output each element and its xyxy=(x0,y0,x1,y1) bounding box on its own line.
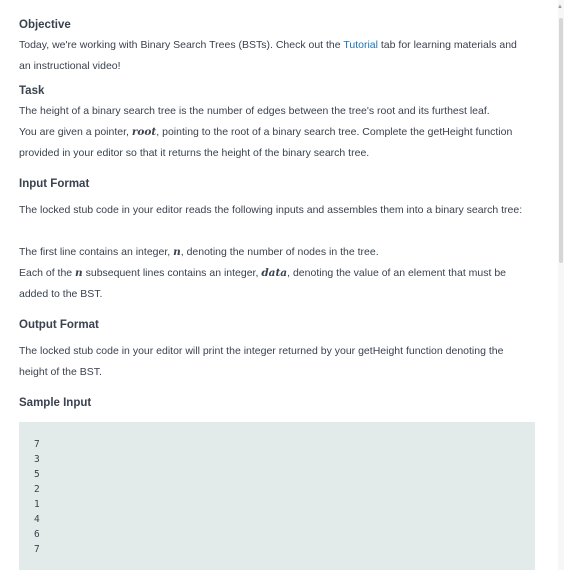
sample-input-line: 1 xyxy=(34,499,40,510)
input-format-para-3-mid: subsequent lines contains an integer, xyxy=(82,267,262,279)
sample-input-line: 4 xyxy=(34,514,40,525)
input-format-para-2-end: , denoting the number of nodes in the tr… xyxy=(180,246,379,258)
scroll-up-arrow-icon[interactable]: ▲ xyxy=(557,4,563,10)
input-format-para-2-start: The first line contains an integer, xyxy=(19,246,174,258)
task-line-1: The height of a binary search tree is th… xyxy=(19,105,490,117)
input-format-para-3: Each of the n subsequent lines contains … xyxy=(19,263,534,305)
sample-input-line: 6 xyxy=(34,529,40,540)
output-format-para: The locked stub code in your editor will… xyxy=(19,345,504,378)
input-format-para-1: The locked stub code in your editor read… xyxy=(19,204,523,216)
root-variable: root xyxy=(131,126,157,138)
objective-text: Today, we're working with Binary Search … xyxy=(19,35,529,77)
vertical-scrollbar[interactable]: ▲ xyxy=(557,0,564,570)
input-format-para-2: The first line contains an integer, n, d… xyxy=(19,242,534,263)
sample-input-line: 3 xyxy=(34,454,40,465)
objective-heading: Objective xyxy=(19,19,71,31)
sample-input-heading: Sample Input xyxy=(19,397,92,409)
sample-input-line: 7 xyxy=(34,439,40,450)
sample-input-line: 7 xyxy=(34,544,40,555)
task-text-start: You are given a pointer, xyxy=(19,126,132,138)
input-format-heading: Input Format xyxy=(19,178,90,190)
n-variable-2: n xyxy=(75,267,83,279)
data-variable: data xyxy=(261,267,288,279)
input-format-para-3-start: Each of the xyxy=(19,267,76,279)
objective-text-start: Today, we're working with Binary Search … xyxy=(19,39,344,51)
sample-input-code-block[interactable]: 7 3 5 2 1 4 6 7 xyxy=(19,422,535,570)
tutorial-link[interactable]: Tutorial xyxy=(343,39,378,51)
output-format-heading: Output Format xyxy=(19,319,99,331)
n-variable: n xyxy=(173,246,181,258)
scrollbar-thumb[interactable] xyxy=(559,18,563,263)
task-heading: Task xyxy=(19,85,45,97)
sample-input-line: 5 xyxy=(34,469,40,480)
sample-input-line: 2 xyxy=(34,484,40,495)
task-line-2: You are given a pointer, root, pointing … xyxy=(19,122,519,164)
